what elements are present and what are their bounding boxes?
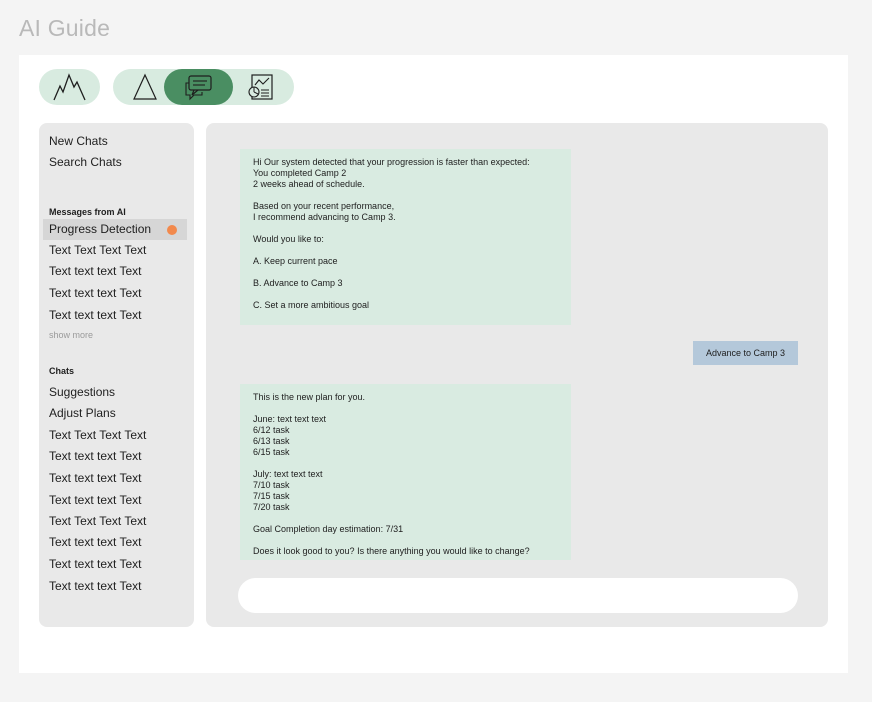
message-line: [253, 513, 558, 524]
message-line: 7/15 task: [253, 491, 290, 501]
message-line: 7/10 task: [253, 480, 290, 490]
sidebar-item[interactable]: Text text text Text: [43, 446, 187, 467]
sidebar-item-suggestions[interactable]: Suggestions: [43, 382, 187, 403]
sidebar-item-progress-detection[interactable]: Progress Detection: [43, 219, 187, 240]
nav-group: [113, 69, 294, 105]
sidebar-item-label: Text text text Text: [49, 471, 142, 485]
sidebar-item-label: Text text text Text: [49, 286, 142, 300]
sidebar-item[interactable]: Text text text Text: [43, 468, 187, 489]
sidebar-item-label: Text text text Text: [49, 449, 142, 463]
new-chats-link[interactable]: New Chats: [49, 134, 108, 148]
message-line: 6/13 task: [253, 436, 290, 446]
sidebar-item[interactable]: Text Text Text Text: [43, 425, 187, 446]
message-line: [253, 289, 558, 300]
sidebar-item-label: Text text text Text: [49, 493, 142, 507]
chats-heading: Chats: [49, 366, 75, 376]
message-line: [253, 458, 558, 469]
sidebar: New Chats Search Chats Messages from AI …: [39, 123, 194, 627]
message-line: July: text text text: [253, 469, 323, 479]
app-title: AI Guide: [19, 15, 111, 41]
ai-message: This is the new plan for you. June: text…: [240, 384, 571, 560]
sidebar-item-label: Text text text Text: [49, 264, 142, 278]
message-line: Based on your recent performance,: [253, 201, 395, 211]
message-line: This is the new plan for you.: [253, 392, 366, 402]
sidebar-item-label: Text Text Text Text: [49, 243, 147, 257]
sidebar-item[interactable]: Text text text Text: [43, 576, 187, 597]
app-frame: New Chats Search Chats Messages from AI …: [19, 55, 848, 673]
ai-message: Hi Our system detected that your progres…: [240, 149, 571, 325]
logo[interactable]: [39, 69, 100, 105]
sidebar-item-label: Progress Detection: [49, 222, 152, 236]
sidebar-item-label: Adjust Plans: [49, 406, 116, 420]
show-more-link[interactable]: show more: [49, 330, 93, 340]
user-reply-message[interactable]: Advance to Camp 3: [693, 341, 798, 365]
message-line: Goal Completion day estimation: 7/31: [253, 524, 404, 534]
message-line: 6/12 task: [253, 425, 290, 435]
message-line: [253, 535, 558, 546]
sidebar-item[interactable]: Text text text Text: [43, 283, 187, 304]
sidebar-item[interactable]: Text Text Text Text: [43, 511, 187, 532]
sidebar-item-label: Text text text Text: [49, 308, 142, 322]
chart-document-icon: [248, 74, 273, 100]
message-line: Does it look good to you? Is there anyth…: [253, 546, 530, 556]
sidebar-item-label: Text text text Text: [49, 579, 142, 593]
sidebar-item[interactable]: Text text text Text: [43, 490, 187, 511]
sidebar-item[interactable]: Text Text Text Text: [43, 240, 187, 261]
sidebar-item-label: Text text text Text: [49, 535, 142, 549]
triangle-icon: [133, 73, 157, 100]
sidebar-item-label: Text Text Text Text: [49, 428, 147, 442]
sidebar-item-adjust-plans[interactable]: Adjust Plans: [43, 403, 187, 424]
mountains-icon: [52, 73, 86, 101]
search-chats-link[interactable]: Search Chats: [49, 155, 122, 169]
sidebar-item[interactable]: Text text text Text: [43, 305, 187, 326]
sidebar-item[interactable]: Text text text Text: [43, 554, 187, 575]
sidebar-item[interactable]: Text text text Text: [43, 532, 187, 553]
unread-dot: [167, 225, 177, 235]
message-line: You completed Camp 2: [253, 168, 347, 178]
chat-panel: Hi Our system detected that your progres…: [206, 123, 828, 627]
message-line: 2 weeks ahead of schedule.: [253, 179, 365, 189]
nav-chat-button[interactable]: [164, 69, 233, 105]
message-line: [253, 403, 558, 414]
chat-bubbles-icon: [184, 75, 212, 101]
message-line: B. Advance to Camp 3: [253, 278, 343, 288]
message-line: [253, 267, 558, 278]
message-line: I recommend advancing to Camp 3.: [253, 212, 396, 222]
sidebar-item-label: Text text text Text: [49, 557, 142, 571]
message-line: [253, 245, 558, 256]
chat-input[interactable]: [238, 578, 798, 613]
sidebar-item[interactable]: Text text text Text: [43, 261, 187, 282]
nav-report-button[interactable]: [239, 69, 283, 105]
nav-goal-button[interactable]: [123, 69, 167, 105]
message-line: Hi Our system detected that your progres…: [253, 157, 530, 167]
message-line: June: text text text: [253, 414, 327, 424]
message-line: Would you like to:: [253, 234, 324, 244]
message-line: [253, 190, 558, 201]
sidebar-item-label: Suggestions: [49, 385, 116, 399]
message-line: 7/20 task: [253, 502, 290, 512]
message-line: A. Keep current pace: [253, 256, 338, 266]
message-line: 6/15 task: [253, 447, 290, 457]
message-line: C. Set a more ambitious goal: [253, 300, 370, 310]
messages-heading: Messages from AI: [49, 207, 126, 217]
sidebar-item-label: Text Text Text Text: [49, 514, 147, 528]
message-line: [253, 223, 558, 234]
